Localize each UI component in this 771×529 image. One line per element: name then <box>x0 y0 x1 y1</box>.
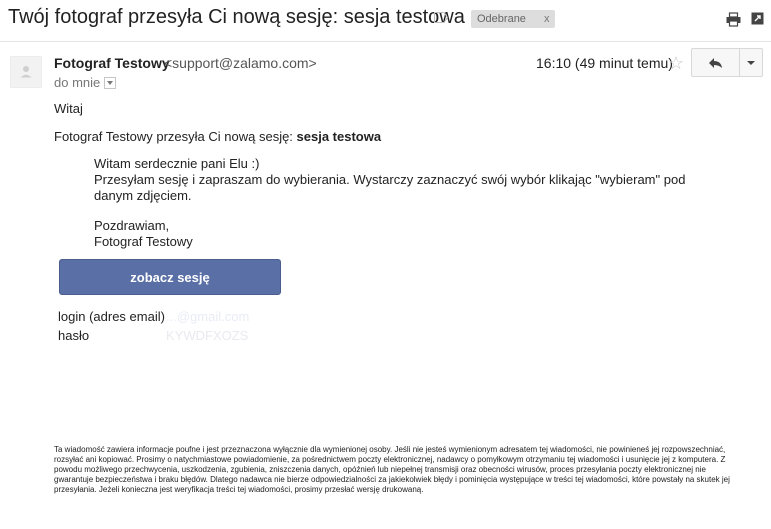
chevron-down-icon <box>747 60 755 65</box>
recipient-details-dropdown[interactable] <box>104 76 117 89</box>
recipient-text: do mnie <box>54 75 101 90</box>
view-session-button[interactable]: zobacz sesję <box>59 259 281 295</box>
recipient-line: do mnie <box>54 75 117 90</box>
message-line: Przesyłam sesję i zapraszam do wybierani… <box>94 172 686 187</box>
folder-label-chip: Odebrane x <box>471 10 556 28</box>
star-icon[interactable]: ☆ <box>668 53 684 74</box>
reply-button-group <box>691 48 763 77</box>
legal-disclaimer: Ta wiadomość zawiera informacje poufne i… <box>54 445 730 494</box>
remove-label-button[interactable]: x <box>544 13 550 25</box>
message-line: Witam serdecznie pani Elu :) <box>94 156 260 171</box>
new-window-icon[interactable] <box>751 12 764 25</box>
intro-text: Fotograf Testowy przesyła Ci nową sesję: <box>54 129 297 144</box>
reply-button[interactable] <box>692 49 740 76</box>
intro-line: Fotograf Testowy przesyła Ci nową sesję:… <box>54 129 381 144</box>
email-subject: Twój fotograf przesyła Ci nową sesję: se… <box>8 6 465 28</box>
login-value[interactable]: ...@gmail.com <box>166 309 249 324</box>
photographer-message: Witam serdecznie pani Elu :) Przesyłam s… <box>94 156 694 250</box>
session-name: sesja testowa <box>296 129 382 144</box>
more-actions-button[interactable] <box>740 49 762 76</box>
sender-email: <support@zalamo.com> <box>164 55 317 71</box>
sender-name[interactable]: Fotograf Testowy <box>54 55 170 71</box>
header-divider <box>0 41 771 42</box>
message-line: danym zdjęciem. <box>94 188 192 203</box>
login-label: login (adres email) <box>58 309 165 324</box>
password-value: KYWDFXOZS <box>166 328 249 343</box>
closing-line: Pozdrawiam, <box>94 218 170 233</box>
label-tag-icon[interactable] <box>434 12 448 23</box>
message-timestamp: 16:10 (49 minut temu) <box>536 55 673 71</box>
signature-line: Fotograf Testowy <box>94 234 193 249</box>
print-icon[interactable] <box>726 12 741 27</box>
person-icon <box>20 66 32 78</box>
greeting: Witaj <box>54 101 83 116</box>
reply-icon <box>709 57 722 68</box>
folder-label-text: Odebrane <box>477 13 526 25</box>
password-label: hasło <box>58 328 90 343</box>
avatar <box>10 56 42 88</box>
